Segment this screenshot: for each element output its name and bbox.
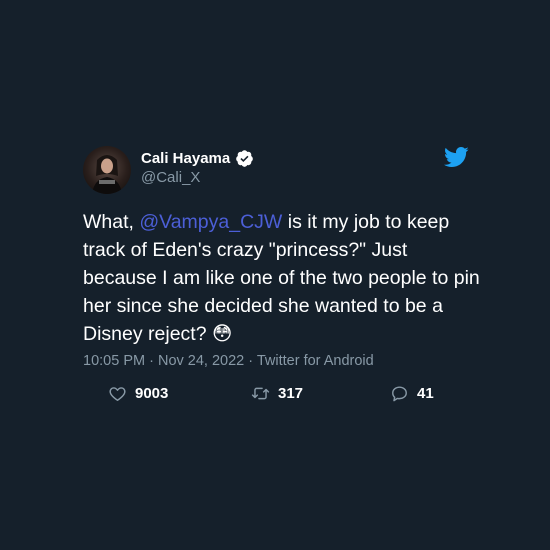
tweet-meta: 10:05 PM · Nov 24, 2022 · Twitter for An… [83,353,374,369]
verified-badge-icon [236,150,254,167]
author-name[interactable]: Cali Hayama [141,150,230,167]
meta-separator-2: · [244,353,257,369]
tweet-text-intro: What, [83,211,140,233]
meta-separator-1: · [145,353,158,369]
reply-count: 41 [417,385,434,402]
author-handle[interactable]: @Cali_X [141,169,200,186]
heart-icon [109,387,126,401]
tweet-card: Cali Hayama @Cali_X What, @Vampya_CJW is… [0,0,550,550]
flushed-face-emoji: 😳 [211,323,233,345]
twitter-bird-icon[interactable] [443,146,469,168]
tweet-source[interactable]: Twitter for Android [257,353,374,369]
tweet-date[interactable]: Nov 24, 2022 [158,353,244,369]
mention-link[interactable]: @Vampya_CJW [139,211,282,233]
retweet-icon [251,387,270,400]
like-count: 9003 [135,385,169,402]
retweet-count: 317 [278,385,304,402]
tweet-time[interactable]: 10:05 PM [83,353,145,369]
author-name-row: Cali Hayama [141,149,254,168]
like-button[interactable]: 9003 [108,384,168,403]
retweet-button[interactable]: 317 [251,384,303,403]
reply-icon [392,386,407,402]
tweet-text: What, @Vampya_CJW is it my job to keep t… [83,208,483,348]
reply-button[interactable]: 41 [390,384,434,403]
avatar[interactable] [83,146,131,194]
avatar-photo [92,155,122,194]
